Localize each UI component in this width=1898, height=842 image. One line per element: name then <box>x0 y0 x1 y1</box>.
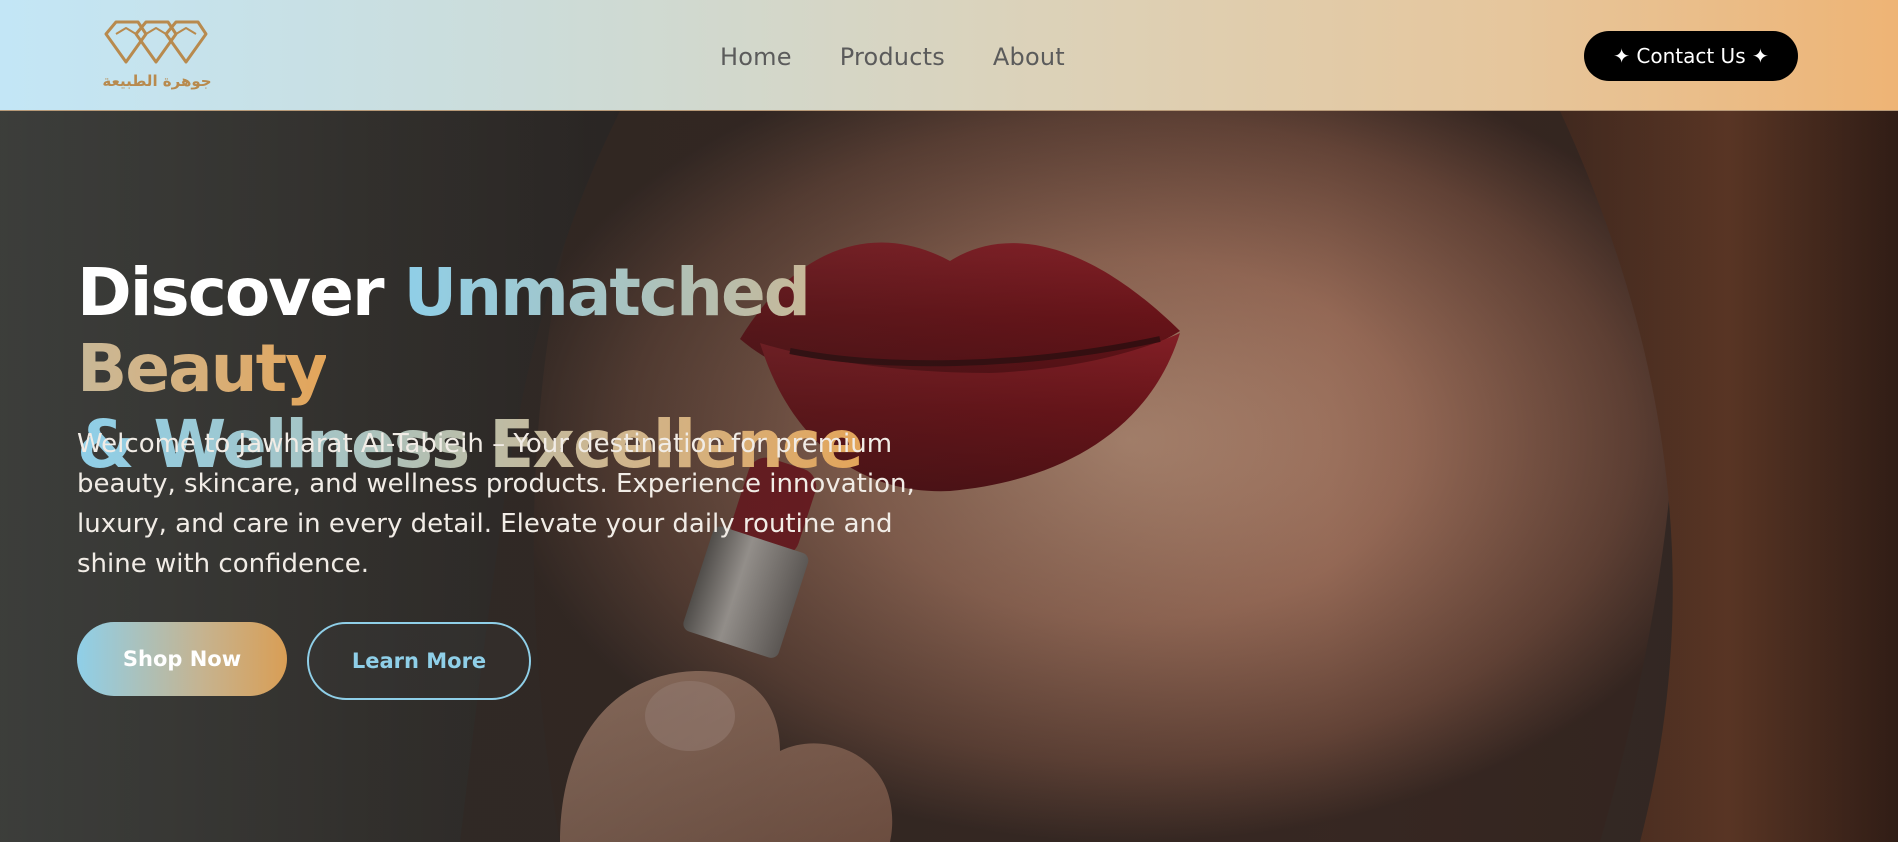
shop-now-button[interactable]: Shop Now <box>77 622 287 696</box>
site-header: جوهرة الطبيعة Home Products About ✦ Cont… <box>0 0 1898 111</box>
nav-home-link[interactable]: Home <box>720 43 792 71</box>
main-nav: Home Products About <box>720 40 1113 74</box>
brand-logo-text: جوهرة الطبيعة <box>102 72 212 90</box>
nav-products-link[interactable]: Products <box>840 43 945 71</box>
brand-logo[interactable]: جوهرة الطبيعة <box>102 18 212 96</box>
headline-white-part: Discover <box>77 254 404 331</box>
contact-us-button[interactable]: ✦ Contact Us ✦ <box>1584 31 1798 81</box>
nav-about-link[interactable]: About <box>993 43 1065 71</box>
learn-more-button[interactable]: Learn More <box>307 622 531 700</box>
hero-description: Welcome to Jawharat Al-Tabieih – Your de… <box>77 429 915 579</box>
diamond-logo-icon <box>104 20 208 64</box>
